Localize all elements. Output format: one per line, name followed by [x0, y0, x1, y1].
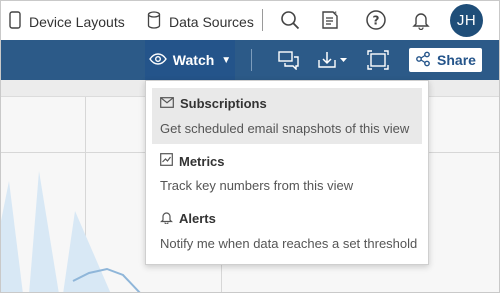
- menu-item-title: Alerts: [179, 211, 216, 226]
- metrics-icon: [160, 153, 173, 169]
- avatar-initials: JH: [456, 12, 477, 29]
- divider: [251, 49, 252, 71]
- device-icon: [9, 11, 21, 32]
- svg-text:*: *: [334, 10, 338, 18]
- menu-item-title: Metrics: [179, 153, 225, 169]
- watch-label: Watch: [172, 52, 215, 68]
- menu-item-subscriptions[interactable]: Subscriptions Get scheduled email snapsh…: [152, 88, 422, 144]
- eye-icon: [148, 52, 167, 68]
- share-icon: [415, 51, 431, 70]
- database-icon: [147, 11, 161, 32]
- data-sources-label: Data Sources: [169, 13, 254, 30]
- search-icon[interactable]: [278, 8, 302, 32]
- chart-area: [1, 181, 23, 292]
- menu-item-description: Get scheduled email snapshots of this vi…: [160, 121, 410, 136]
- share-label: Share: [437, 52, 476, 68]
- watch-button[interactable]: Watch ▼: [145, 40, 235, 80]
- fullscreen-icon[interactable]: [367, 49, 389, 71]
- app-window: Device Layouts Data Sources * ? JH Watch…: [0, 0, 500, 293]
- svg-text:?: ?: [373, 14, 380, 28]
- divider: [262, 9, 263, 31]
- menu-item-description: Track key numbers from this view: [160, 178, 354, 193]
- device-layouts-label: Device Layouts: [29, 13, 125, 30]
- envelope-icon: [160, 96, 174, 111]
- menu-item-metrics[interactable]: Metrics Track key numbers from this view: [152, 147, 422, 199]
- comments-icon[interactable]: [277, 49, 301, 71]
- watch-menu: Subscriptions Get scheduled email snapsh…: [145, 80, 429, 265]
- bell-icon[interactable]: [409, 8, 433, 32]
- menu-item-description: Notify me when data reaches a set thresh…: [160, 236, 418, 251]
- chart-area: [63, 211, 111, 292]
- download-icon[interactable]: [317, 49, 349, 71]
- help-icon[interactable]: ?: [364, 8, 388, 32]
- data-sources-button[interactable]: Data Sources: [147, 11, 254, 32]
- bell-icon: [160, 210, 173, 227]
- chevron-down-icon: ▼: [221, 54, 232, 66]
- share-button[interactable]: Share: [409, 48, 482, 72]
- menu-item-title: Subscriptions: [180, 96, 267, 111]
- notes-icon[interactable]: *: [318, 8, 342, 32]
- top-bar: Device Layouts Data Sources * ? JH: [1, 1, 499, 40]
- chart-area: [29, 171, 59, 292]
- avatar[interactable]: JH: [450, 4, 483, 37]
- menu-item-alerts[interactable]: Alerts Notify me when data reaches a set…: [152, 203, 422, 257]
- device-layouts-button[interactable]: Device Layouts: [9, 11, 125, 32]
